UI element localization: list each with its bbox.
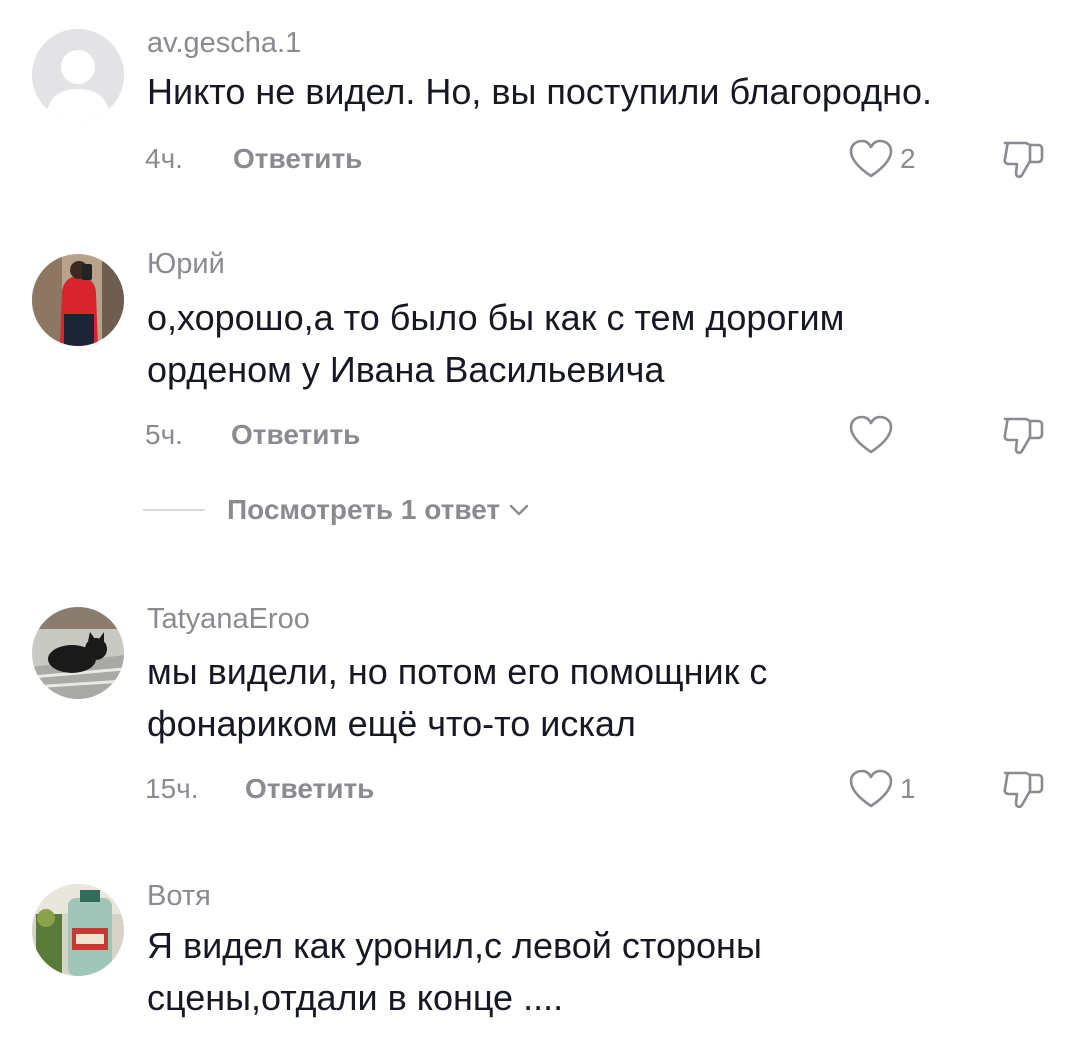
like-count: 1 bbox=[900, 773, 916, 804]
view-replies-label: Посмотреть 1 ответ bbox=[227, 494, 501, 525]
thumbs-down-icon bbox=[1003, 417, 1044, 455]
comment-text: Я видел как уронил,с левой стороны сцены… bbox=[147, 925, 762, 1018]
reply-button[interactable]: Ответить bbox=[231, 419, 360, 451]
reply-button[interactable]: Ответить bbox=[245, 773, 374, 805]
divider-line bbox=[143, 509, 205, 511]
thumbs-down-icon bbox=[1003, 141, 1044, 179]
photo-avatar-icon bbox=[32, 254, 124, 346]
view-replies-button[interactable]: Посмотреть 1 ответ bbox=[143, 494, 530, 526]
comment-text: Никто не видел. Но, вы поступили благоро… bbox=[147, 71, 933, 112]
heart-icon bbox=[849, 139, 893, 178]
dislike-button[interactable] bbox=[1000, 412, 1046, 458]
comment-username[interactable]: Юрий bbox=[147, 248, 225, 281]
comment-username[interactable]: av.gescha.1 bbox=[147, 27, 301, 60]
comment-text: мы видели, но потом его помощник с фонар… bbox=[147, 651, 768, 744]
avatar[interactable] bbox=[32, 607, 124, 699]
like-button[interactable] bbox=[848, 414, 900, 456]
avatar[interactable] bbox=[32, 884, 124, 976]
chevron-down-icon bbox=[509, 504, 529, 516]
comment-time: 5ч. bbox=[145, 419, 183, 450]
photo-avatar-icon bbox=[32, 607, 124, 699]
comment-time: 15ч. bbox=[145, 773, 199, 804]
like-count: 2 bbox=[900, 143, 916, 174]
avatar[interactable] bbox=[32, 254, 124, 346]
comment-username[interactable]: Вотя bbox=[147, 880, 211, 913]
photo-avatar-icon bbox=[32, 884, 124, 976]
dislike-button[interactable] bbox=[1000, 766, 1046, 812]
comment-text: о,хорошо,а то было бы как с тем дорогим … bbox=[147, 297, 845, 390]
dislike-button[interactable] bbox=[1000, 136, 1046, 182]
reply-button[interactable]: Ответить bbox=[233, 143, 362, 175]
like-button[interactable]: 1 bbox=[848, 768, 916, 810]
heart-icon bbox=[849, 769, 893, 808]
default-avatar-icon bbox=[32, 29, 124, 121]
comment-time: 4ч. bbox=[145, 143, 183, 174]
avatar[interactable] bbox=[32, 29, 124, 121]
comment-username[interactable]: TatyanaEroo bbox=[147, 603, 310, 636]
thumbs-down-icon bbox=[1003, 771, 1044, 809]
like-button[interactable]: 2 bbox=[848, 138, 916, 180]
heart-icon bbox=[849, 415, 893, 454]
